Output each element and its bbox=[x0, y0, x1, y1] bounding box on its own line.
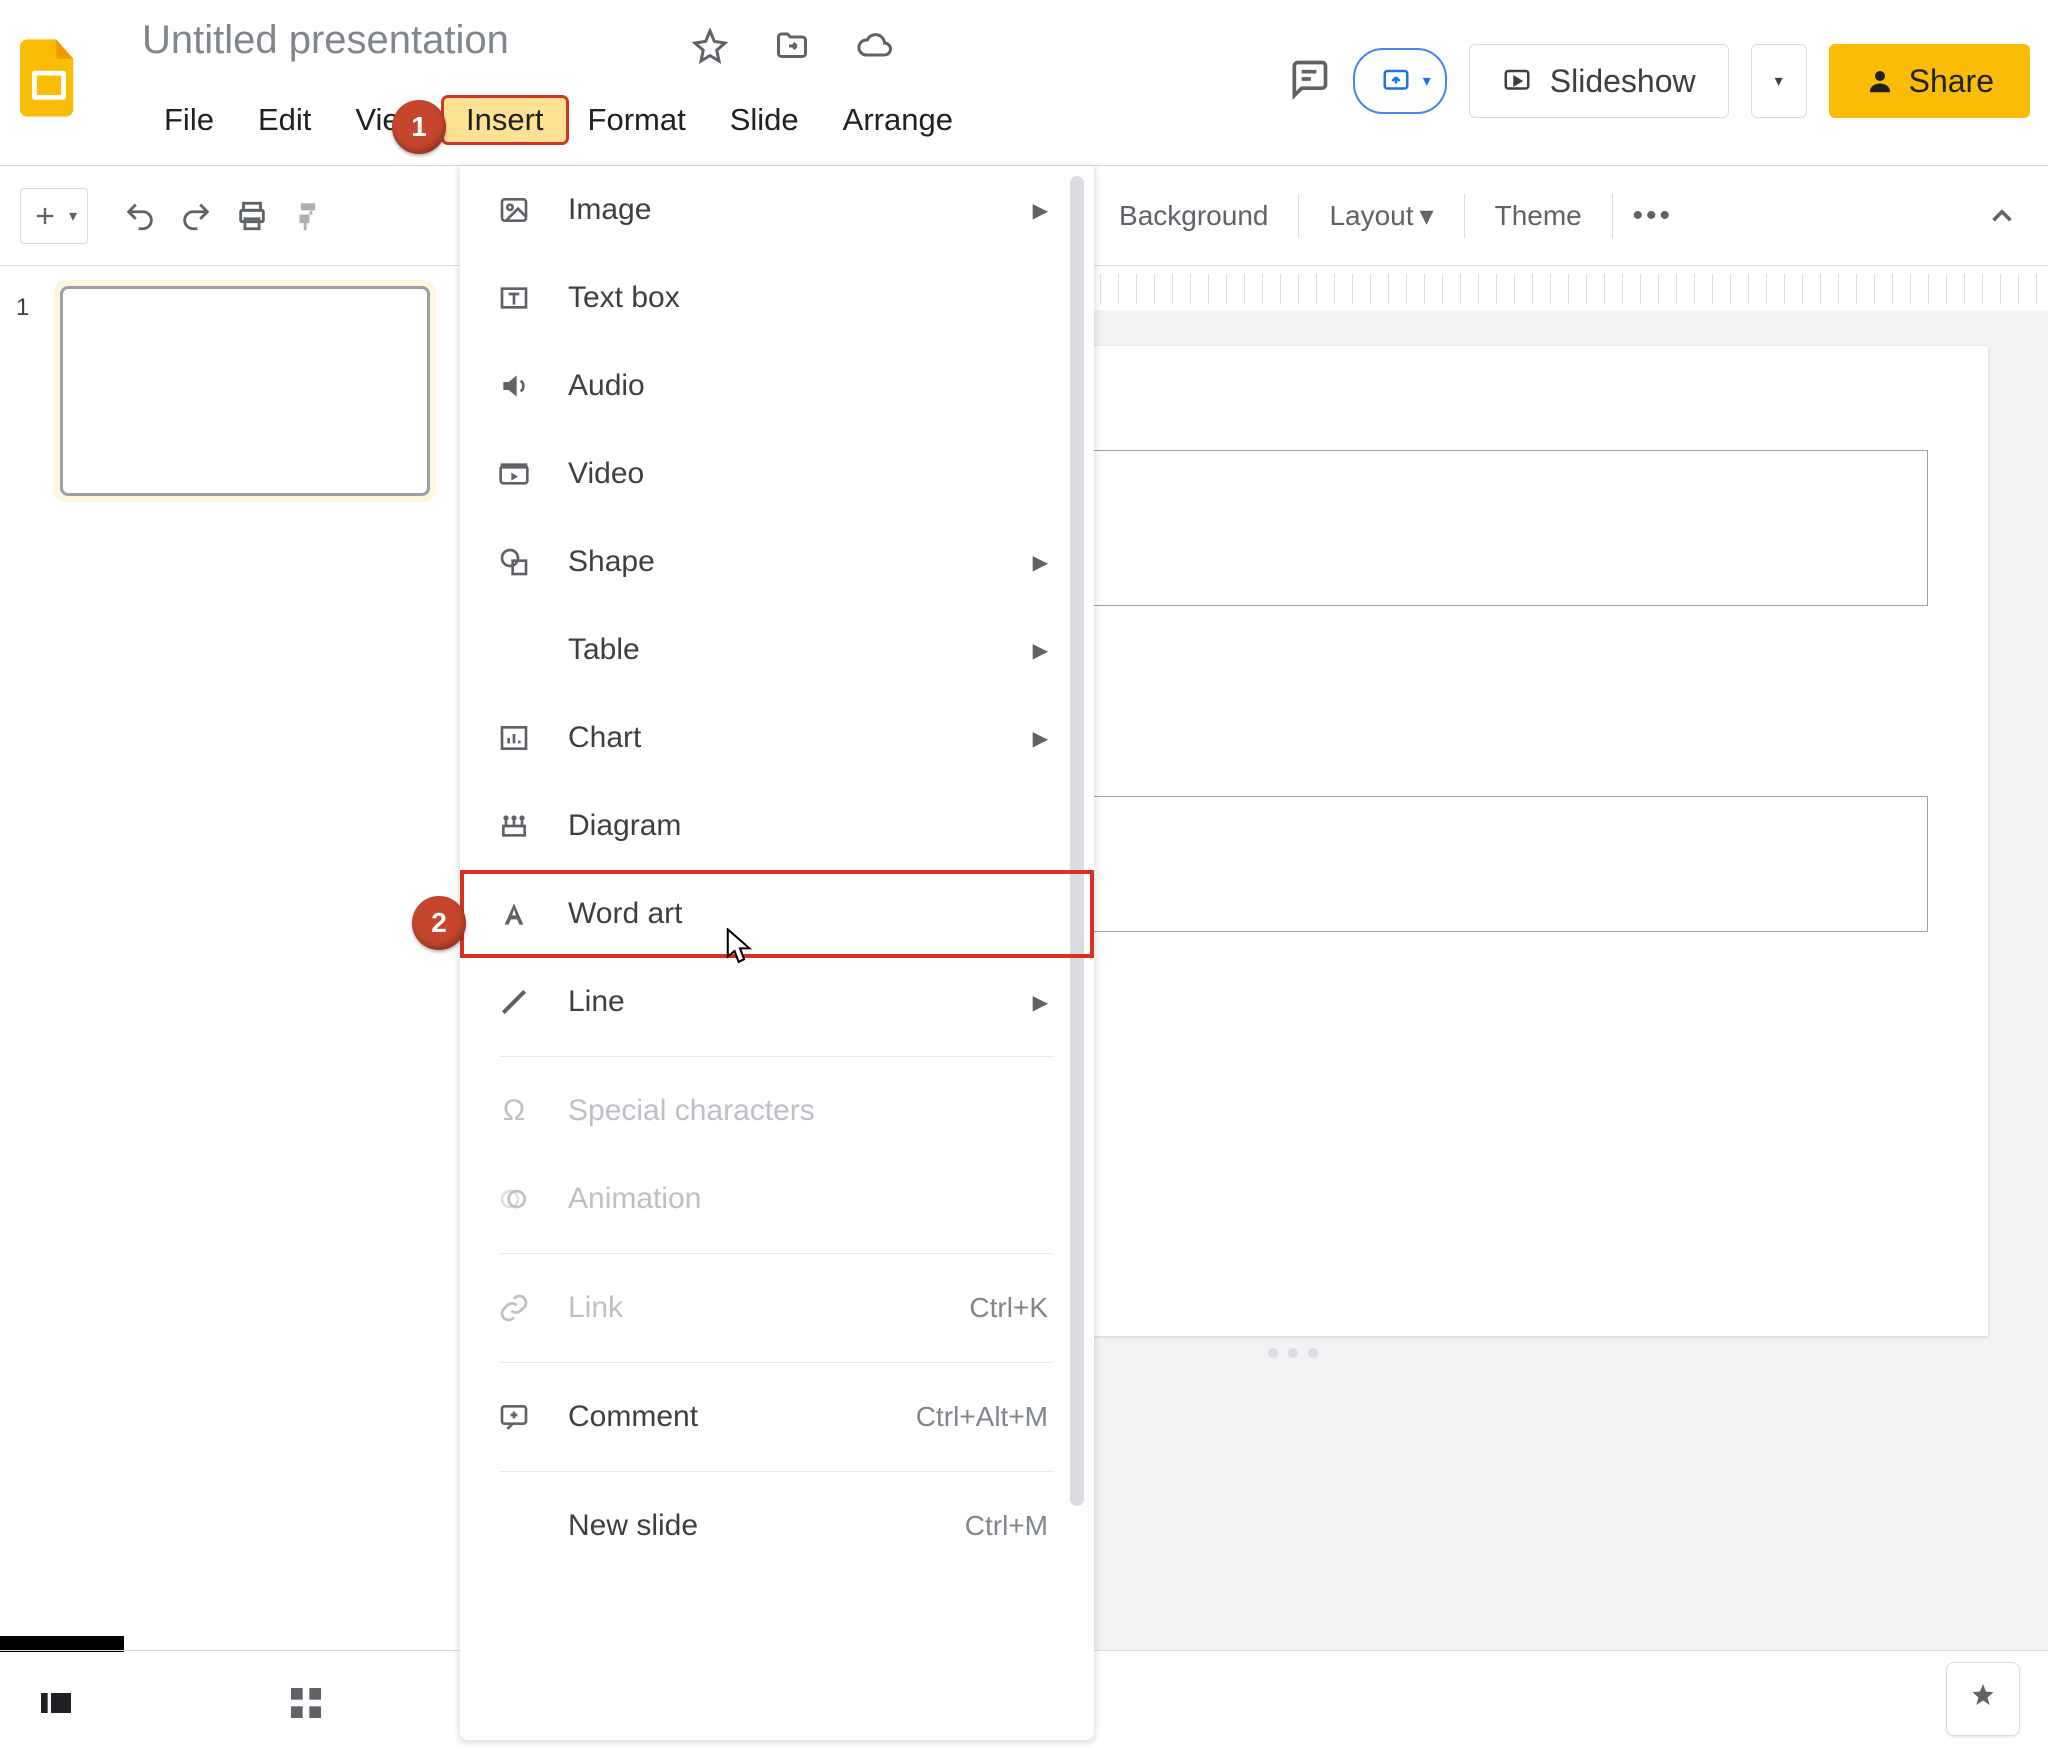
share-label: Share bbox=[1909, 63, 1994, 100]
annotation-step-2: 2 bbox=[412, 896, 466, 950]
present-to-meeting-button[interactable]: ▾ bbox=[1353, 48, 1447, 114]
slide-number: 1 bbox=[16, 294, 29, 322]
menu-edit[interactable]: Edit bbox=[236, 98, 333, 142]
undo-button[interactable] bbox=[114, 190, 166, 242]
menu-separator bbox=[500, 1056, 1054, 1057]
omega-icon: Ω bbox=[496, 1093, 532, 1129]
caret-down-icon: ▾ bbox=[1775, 71, 1783, 91]
chevron-right-icon: ▶ bbox=[1033, 198, 1048, 223]
menu-separator bbox=[500, 1471, 1054, 1472]
insert-link: Link Ctrl+K bbox=[460, 1264, 1094, 1352]
insert-line[interactable]: Line ▶ bbox=[460, 958, 1094, 1046]
insert-word-art[interactable]: Word art bbox=[460, 870, 1094, 958]
filmstrip-view-tab[interactable] bbox=[36, 1683, 76, 1728]
slideshow-button[interactable]: Slideshow bbox=[1469, 44, 1729, 118]
theme-button[interactable]: Theme bbox=[1479, 200, 1598, 232]
cursor-pointer-icon bbox=[726, 928, 754, 971]
chevron-right-icon: ▶ bbox=[1033, 990, 1048, 1015]
insert-table[interactable]: Table ▶ bbox=[460, 606, 1094, 694]
menu-format[interactable]: Format bbox=[566, 98, 708, 142]
menu-slide[interactable]: Slide bbox=[708, 98, 821, 142]
caret-down-icon: ▾ bbox=[69, 206, 77, 226]
menu-bar: File Edit View Insert Format Slide Arran… bbox=[142, 98, 975, 142]
insert-image[interactable]: Image ▶ bbox=[460, 166, 1094, 254]
document-title[interactable]: Untitled presentation bbox=[142, 18, 509, 63]
redo-button[interactable] bbox=[170, 190, 222, 242]
insert-comment[interactable]: Comment Ctrl+Alt+M bbox=[460, 1373, 1094, 1461]
slideshow-label: Slideshow bbox=[1550, 63, 1696, 100]
collapse-toolbar-button[interactable] bbox=[1976, 190, 2028, 242]
explore-button[interactable] bbox=[1946, 1662, 2020, 1736]
insert-diagram[interactable]: Diagram bbox=[460, 782, 1094, 870]
slides-logo[interactable] bbox=[14, 34, 84, 122]
menu-arrange[interactable]: Arrange bbox=[821, 98, 975, 142]
animation-icon bbox=[496, 1181, 532, 1217]
chevron-right-icon: ▶ bbox=[1033, 638, 1048, 663]
textbox-icon bbox=[496, 280, 532, 316]
caret-down-icon: ▾ bbox=[1423, 71, 1431, 91]
caret-down-icon: ▾ bbox=[1420, 200, 1434, 231]
more-button[interactable]: ••• bbox=[1627, 190, 1679, 242]
diagram-icon bbox=[496, 808, 532, 844]
shape-icon bbox=[496, 544, 532, 580]
slideshow-dropdown-button[interactable]: ▾ bbox=[1751, 44, 1807, 118]
insert-chart[interactable]: Chart ▶ bbox=[460, 694, 1094, 782]
star-icon[interactable] bbox=[692, 28, 728, 69]
video-icon bbox=[496, 456, 532, 492]
comment-icon bbox=[496, 1399, 532, 1435]
image-icon bbox=[496, 192, 532, 228]
insert-animation: Animation bbox=[460, 1155, 1094, 1243]
audio-icon bbox=[496, 368, 532, 404]
ruler-ticks bbox=[1100, 274, 2048, 304]
title-bar: Untitled presentation File Edit View Ins… bbox=[0, 0, 2048, 166]
annotation-step-1: 1 bbox=[392, 100, 446, 154]
line-icon bbox=[496, 984, 532, 1020]
menu-insert[interactable]: Insert bbox=[444, 98, 566, 142]
menu-file[interactable]: File bbox=[142, 98, 236, 142]
new-slide-button[interactable]: ▾ bbox=[20, 188, 88, 244]
insert-video[interactable]: Video bbox=[460, 430, 1094, 518]
layout-button[interactable]: Layout▾ bbox=[1313, 199, 1449, 232]
chart-icon bbox=[496, 720, 532, 756]
insert-special-characters: Ω Special characters bbox=[460, 1067, 1094, 1155]
link-icon bbox=[496, 1290, 532, 1326]
chevron-right-icon: ▶ bbox=[1033, 726, 1048, 751]
slide-thumbnail[interactable] bbox=[60, 286, 430, 496]
insert-new-slide[interactable]: New slide Ctrl+M bbox=[460, 1482, 1094, 1570]
insert-audio[interactable]: Audio bbox=[460, 342, 1094, 430]
paint-format-button[interactable] bbox=[282, 190, 334, 242]
header-right-controls: ▾ Slideshow ▾ Share bbox=[1287, 44, 2030, 118]
wordart-icon bbox=[496, 896, 532, 932]
share-button[interactable]: Share bbox=[1829, 44, 2030, 118]
chevron-right-icon: ▶ bbox=[1033, 550, 1048, 575]
insert-menu-dropdown: Image ▶ Text box Audio Video Shape ▶ Tab… bbox=[460, 166, 1094, 1740]
speaker-notes-handle[interactable] bbox=[1268, 1348, 1318, 1358]
menu-separator bbox=[500, 1253, 1054, 1254]
insert-shape[interactable]: Shape ▶ bbox=[460, 518, 1094, 606]
print-button[interactable] bbox=[226, 190, 278, 242]
background-button[interactable]: Background bbox=[1103, 200, 1284, 232]
menu-separator bbox=[500, 1362, 1054, 1363]
move-icon[interactable] bbox=[774, 28, 810, 69]
cloud-status-icon[interactable] bbox=[856, 28, 892, 69]
insert-textbox[interactable]: Text box bbox=[460, 254, 1094, 342]
grid-view-tab[interactable] bbox=[286, 1683, 326, 1728]
open-comments-button[interactable] bbox=[1287, 57, 1331, 106]
